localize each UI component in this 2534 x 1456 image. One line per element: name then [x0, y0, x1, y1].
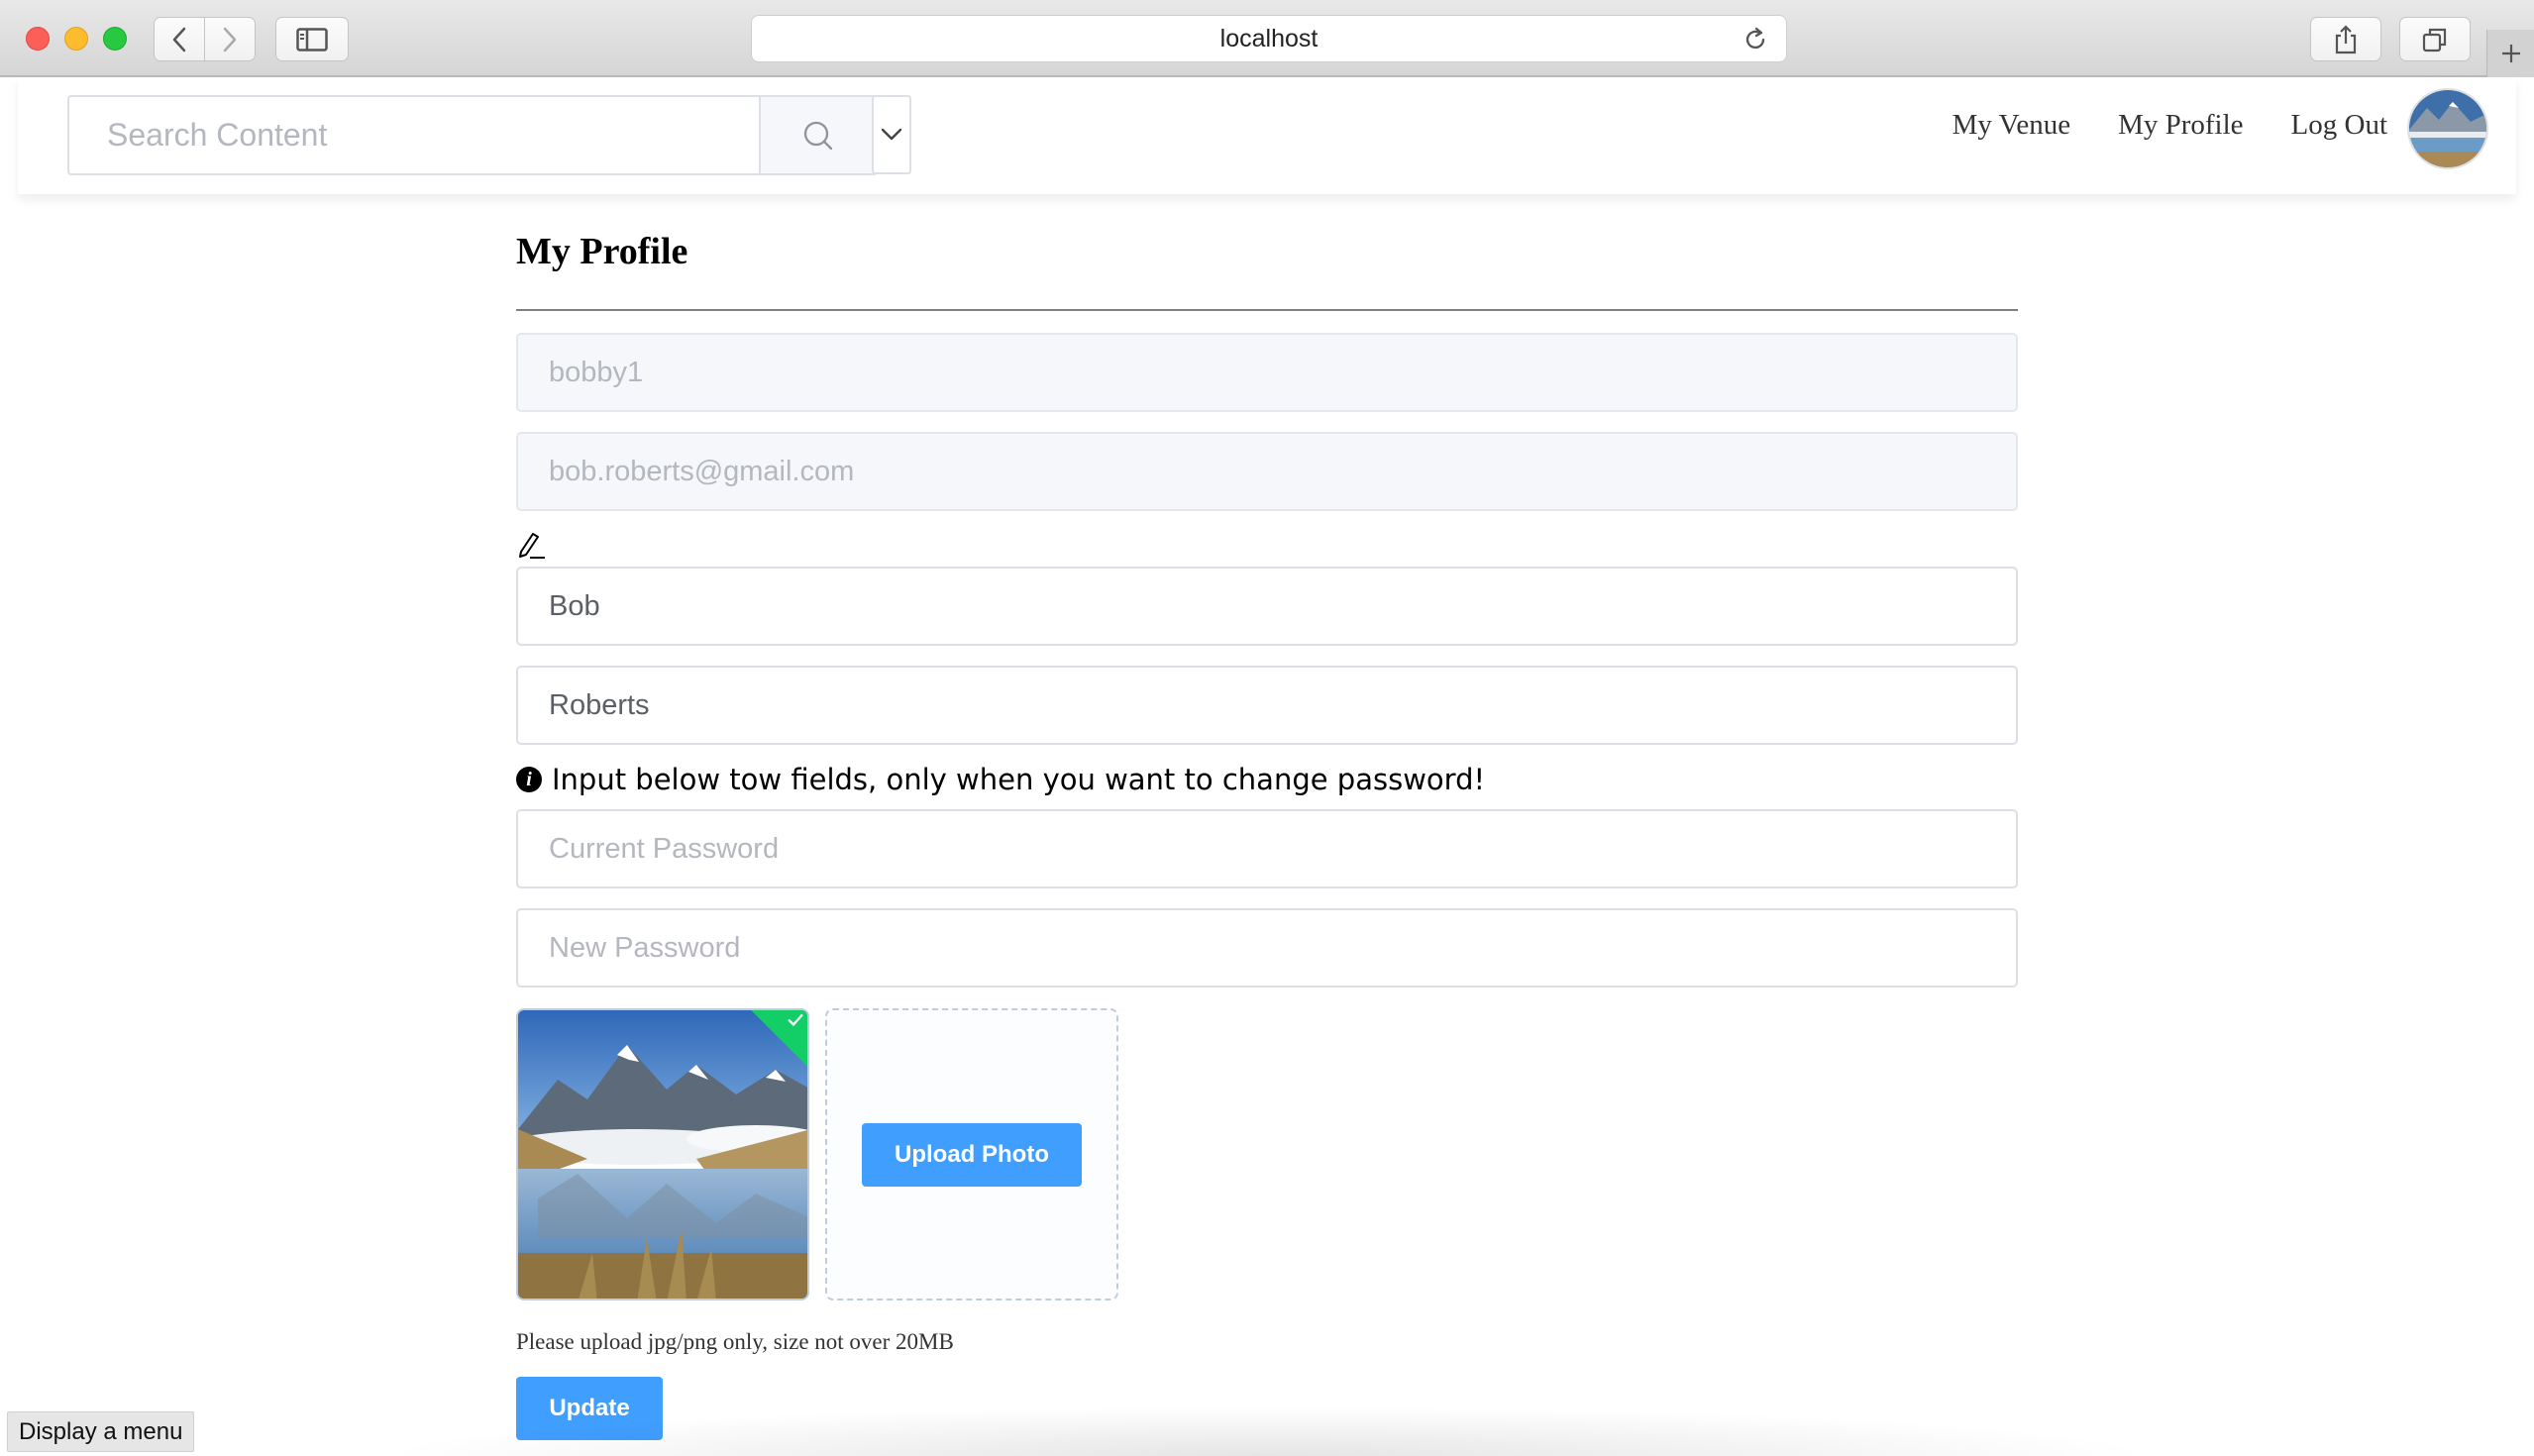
- landscape-photo: [518, 1010, 807, 1299]
- new-tab-button[interactable]: [2486, 30, 2534, 77]
- share-button[interactable]: [2310, 17, 2381, 61]
- email-field: bob.roberts@gmail.com: [516, 432, 2018, 511]
- forward-icon: [223, 27, 237, 52]
- back-icon: [172, 27, 186, 52]
- last-name-field[interactable]: [516, 666, 2018, 745]
- sidebar-toggle-button[interactable]: [275, 17, 349, 61]
- avatar-image: [2409, 90, 2486, 167]
- share-icon: [2335, 24, 2357, 53]
- tab-overview-button[interactable]: [2399, 17, 2471, 61]
- minimize-window-button[interactable]: [64, 27, 88, 51]
- chevron-down-icon: [881, 128, 902, 141]
- password-notice-text: Input below tow fields, only when you wa…: [552, 763, 1486, 796]
- close-window-button[interactable]: [26, 27, 50, 51]
- plus-icon: [2501, 45, 2520, 62]
- uploaded-photo[interactable]: [516, 1008, 809, 1300]
- app-header: My Venue My Profile Log Out: [18, 77, 2516, 194]
- last-name-input[interactable]: [549, 688, 1985, 722]
- info-icon: i: [516, 767, 542, 792]
- upload-photo-button[interactable]: Upload Photo: [862, 1122, 1082, 1187]
- forward-button[interactable]: [204, 17, 256, 61]
- back-button[interactable]: [154, 17, 205, 61]
- page-title: My Profile: [516, 231, 688, 272]
- edit-icon[interactable]: [516, 531, 546, 561]
- new-password-input[interactable]: [549, 931, 1985, 965]
- username-field: bobby1: [516, 333, 2018, 412]
- title-divider: [516, 309, 2018, 311]
- upload-hint: Please upload jpg/png only, size not ove…: [516, 1329, 954, 1354]
- password-notice: i Input below tow fields, only when you …: [516, 763, 1485, 796]
- footer-shadow: [376, 1406, 2160, 1456]
- current-password-field[interactable]: [516, 809, 2018, 888]
- browser-toolbar: localhost: [0, 0, 2534, 77]
- sidebar-icon: [296, 27, 328, 52]
- check-icon: [788, 1013, 803, 1027]
- new-password-field[interactable]: [516, 908, 2018, 988]
- url-text: localhost: [1219, 24, 1319, 52]
- nav-log-out[interactable]: Log Out: [2291, 105, 2387, 145]
- search-button[interactable]: [759, 97, 876, 173]
- avatar[interactable]: [2407, 88, 2488, 169]
- maximize-window-button[interactable]: [103, 27, 127, 51]
- nav-my-profile[interactable]: My Profile: [2118, 105, 2243, 145]
- search-dropdown-button[interactable]: [872, 95, 911, 174]
- search-input[interactable]: [69, 97, 759, 173]
- search-bar: [67, 95, 878, 175]
- address-bar[interactable]: localhost: [751, 15, 1787, 62]
- tooltip: Display a menu: [7, 1411, 195, 1452]
- reload-icon[interactable]: [1742, 27, 1768, 52]
- first-name-field[interactable]: [516, 567, 2018, 646]
- first-name-input[interactable]: [549, 589, 1985, 623]
- search-icon: [803, 121, 833, 150]
- email-value: bob.roberts@gmail.com: [549, 455, 855, 487]
- current-password-input[interactable]: [549, 832, 1985, 866]
- nav-my-venue[interactable]: My Venue: [1953, 105, 2070, 145]
- username-value: bobby1: [549, 356, 644, 388]
- tabs-icon: [2422, 28, 2447, 52]
- top-nav: My Venue My Profile Log Out: [1953, 105, 2387, 145]
- photo-upload-area[interactable]: Upload Photo: [825, 1008, 1118, 1300]
